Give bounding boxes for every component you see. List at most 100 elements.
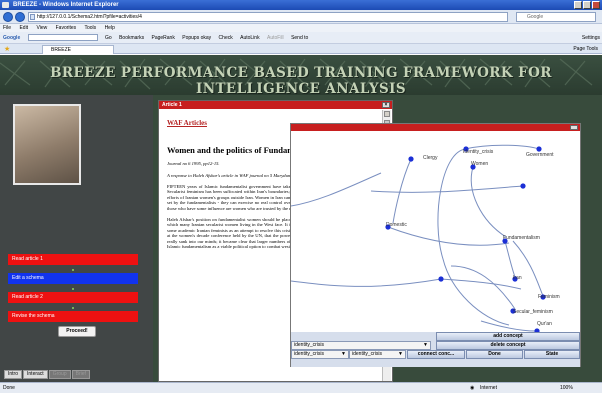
bottom-tabs: Intro Interact Group Brief (4, 370, 90, 379)
concept-link[interactable] (480, 320, 537, 332)
forward-icon[interactable] (15, 12, 25, 22)
globe-icon: ◉ (470, 385, 475, 391)
close-icon[interactable]: × (382, 102, 390, 108)
maximize-button[interactable] (583, 1, 591, 9)
search-input[interactable]: Google (516, 12, 596, 22)
pagerank-button[interactable]: PageRank (151, 32, 174, 43)
proceed-button[interactable]: Proceed! (58, 326, 96, 337)
concept-node-label[interactable]: Women (471, 161, 488, 167)
tab-group: Group (48, 370, 71, 379)
autofill-button[interactable]: AutoFill (267, 32, 284, 43)
menu-tools[interactable]: Tools (84, 25, 96, 31)
menu-bar: File Edit View Favorites Tools Help (0, 24, 602, 32)
concept-node-label[interactable]: Qur'an (537, 321, 552, 327)
settings-button[interactable]: Settings (582, 32, 600, 43)
concept-link[interactable] (370, 185, 524, 193)
concept-map-controls: add concept identity_crisis ▼ delete con… (291, 332, 580, 367)
close-icon[interactable] (570, 125, 578, 130)
toolbar: Google Go Bookmarks PageRank Popups okay… (0, 32, 602, 44)
concept-node-label[interactable]: Domestic (386, 222, 407, 228)
ie-icon (2, 2, 9, 8)
address-input[interactable]: http://127.0.0.1/Schema2.html?pfile=acti… (28, 12, 508, 22)
status-text: Done (3, 385, 15, 391)
menu-file[interactable]: File (3, 25, 11, 31)
close-button[interactable] (592, 1, 600, 9)
chevron-down-icon: ▼ (398, 351, 403, 357)
tab-row: ★ BREEZE Page Tools (0, 44, 602, 54)
step-connector (72, 288, 74, 290)
concept-node-dot[interactable] (536, 146, 542, 152)
connect-concepts-button[interactable]: connect conc... (407, 350, 465, 359)
concept-link[interactable] (504, 240, 516, 278)
address-row: http://127.0.0.1/Schema2.html?pfile=acti… (0, 10, 602, 24)
step-revise-schema[interactable]: Revise the schema (8, 311, 138, 322)
send-to-button[interactable]: Send to (291, 32, 308, 43)
back-icon[interactable] (3, 12, 13, 22)
go-button[interactable]: Go (105, 32, 112, 43)
search-placeholder: Google (527, 14, 544, 20)
check-button[interactable]: Check (219, 32, 233, 43)
zoom-level[interactable]: 100% (560, 383, 573, 393)
concept-link[interactable] (387, 226, 510, 246)
concept-link[interactable] (470, 166, 507, 238)
concept-map-window: Identity_crisis Government Clergy Women Dome… (290, 123, 581, 367)
menu-edit[interactable]: Edit (19, 25, 28, 31)
window-title: BREEZE - Windows Internet Explorer (13, 2, 119, 8)
to-concept-value: identity_crisis (352, 351, 383, 357)
concept-link[interactable] (450, 265, 516, 310)
popups-button[interactable]: Popups okay (182, 32, 211, 43)
menu-favorites[interactable]: Favorites (56, 25, 77, 31)
banner-title: BREEZE PERFORMANCE BASED TRAINING FRAMEW… (50, 65, 552, 95)
add-concept-button[interactable]: add concept (436, 332, 580, 341)
concept-link[interactable] (437, 148, 510, 326)
minimize-button[interactable] (574, 1, 582, 9)
state-button[interactable]: State (524, 350, 580, 359)
menu-view[interactable]: View (36, 25, 47, 31)
concept-node-label[interactable]: Fundamentalism (503, 235, 540, 241)
chevron-down-icon: ▼ (341, 351, 346, 357)
tab-breeze[interactable]: BREEZE (42, 45, 114, 54)
concept-node-label[interactable]: Clergy (423, 155, 438, 161)
portrait-photo (13, 104, 81, 185)
concept-map-titlebar[interactable] (291, 124, 580, 131)
concept-node-label[interactable]: Feminism (538, 294, 560, 300)
bookmarks-button[interactable]: Bookmarks (119, 32, 144, 43)
autolink-button[interactable]: AutoLink (240, 32, 259, 43)
delete-concept-button[interactable]: delete concept (436, 341, 580, 350)
concept-node-label[interactable]: Secular_feminism (513, 309, 553, 315)
concept-node-label[interactable]: Iran (513, 275, 522, 281)
tab-brief: Brief (71, 370, 90, 379)
scroll-up-icon[interactable] (384, 111, 390, 117)
tab-intro[interactable]: Intro (4, 370, 23, 379)
tab-interact[interactable]: Interact (23, 370, 48, 379)
menu-help[interactable]: Help (105, 25, 115, 31)
toolbar-search-field[interactable] (27, 34, 98, 42)
concept-node-dot[interactable] (408, 156, 414, 162)
concept-link[interactable] (291, 278, 442, 287)
concept-link[interactable] (392, 158, 412, 224)
from-concept-value: identity_crisis (294, 351, 325, 357)
article-window-titlebar[interactable]: Article 1 × (159, 101, 392, 109)
step-read-article-2[interactable]: Read article 2 (8, 292, 138, 303)
concept-map-canvas[interactable]: Identity_crisis Government Clergy Women Dome… (291, 131, 580, 332)
step-label: Read article 2 (12, 294, 43, 300)
to-concept-select[interactable]: identity_crisis ▼ (349, 350, 406, 359)
tab-label: BREEZE (51, 47, 72, 53)
done-button[interactable]: Done (466, 350, 523, 359)
step-read-article-1[interactable]: Read article 1 (8, 254, 138, 265)
concept-node-dot[interactable] (438, 276, 444, 282)
window-titlebar: BREEZE - Windows Internet Explorer (0, 0, 602, 10)
concept-link[interactable] (440, 278, 522, 290)
concept-link[interactable] (291, 172, 382, 207)
page-tools-menu[interactable]: Page Tools (573, 45, 598, 53)
concept-node-label[interactable]: Government (526, 152, 554, 158)
concept-node-dot[interactable] (520, 183, 526, 189)
step-edit-schema[interactable]: Edit a schema (8, 273, 138, 284)
article-window-title: Article 1 (162, 102, 182, 108)
address-text: http://127.0.0.1/Schema2.html?pfile=acti… (37, 14, 142, 20)
status-bar: Done ◉ Internet 100% (0, 382, 602, 393)
concept-select[interactable]: identity_crisis ▼ (291, 341, 431, 350)
from-concept-select[interactable]: identity_crisis ▼ (291, 350, 349, 359)
concept-node-label[interactable]: Identity_crisis (463, 149, 494, 155)
favorites-star-icon[interactable]: ★ (4, 45, 10, 53)
